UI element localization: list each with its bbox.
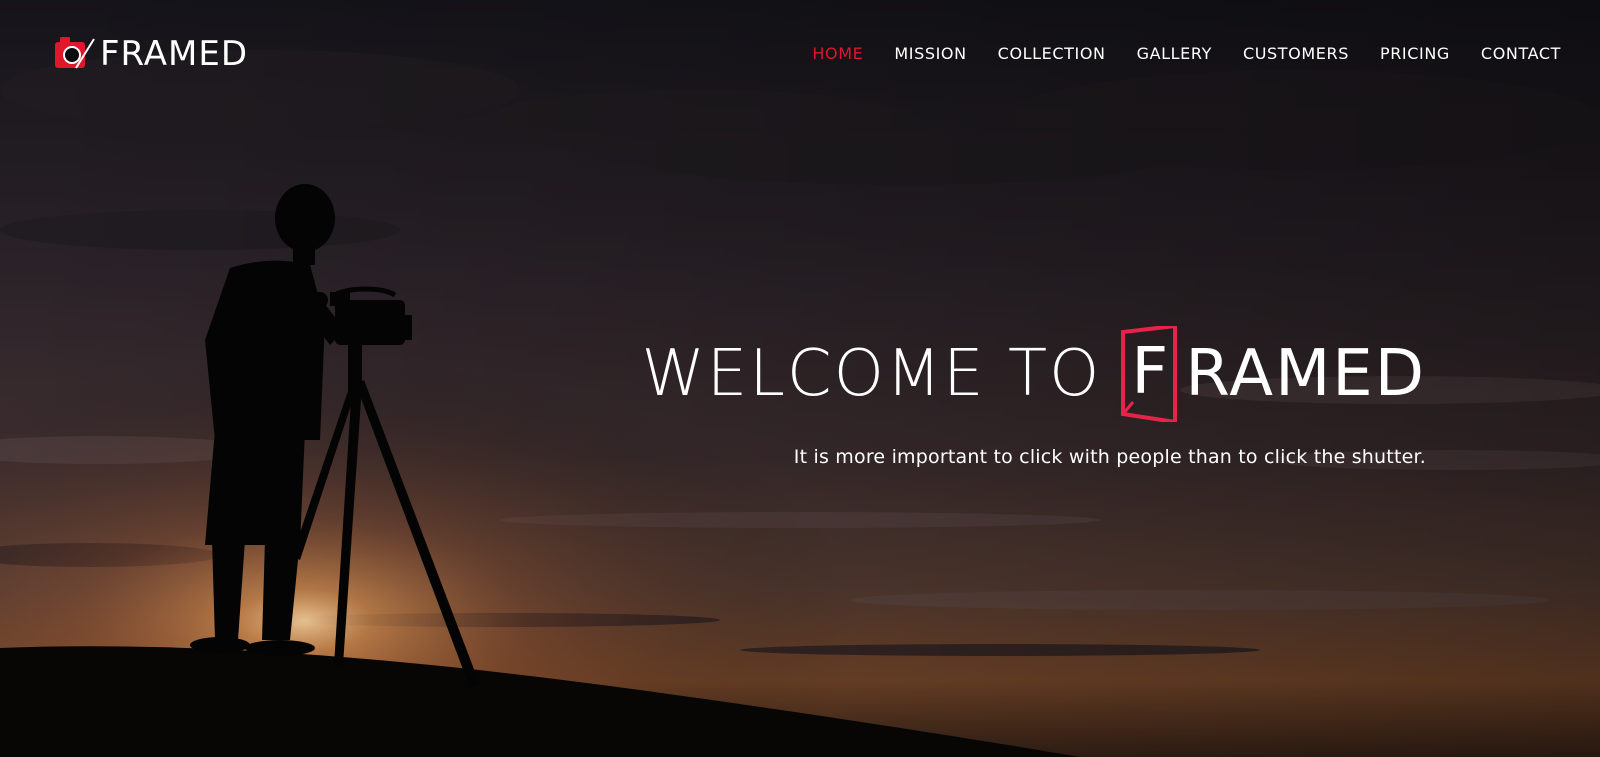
nav-item-mission[interactable]: MISSION	[894, 42, 966, 66]
headline-prefix: WELCOME TO	[641, 337, 1102, 411]
hero-section: FRAMED HOME MISSION COLLECTION GALLERY C…	[0, 0, 1600, 757]
nav-item-contact[interactable]: CONTACT	[1481, 42, 1561, 66]
headline-brand-rest: RAMED	[1185, 337, 1426, 411]
navbar: FRAMED HOME MISSION COLLECTION GALLERY C…	[0, 0, 1600, 110]
main-nav: HOME MISSION COLLECTION GALLERY CUSTOMER…	[812, 42, 1561, 66]
brand-name: FRAMED	[100, 34, 249, 74]
nav-item-customers[interactable]: CUSTOMERS	[1243, 42, 1349, 66]
nav-item-pricing[interactable]: PRICING	[1380, 42, 1450, 66]
hero-tagline: It is more important to click with peopl…	[793, 446, 1426, 468]
camera-icon	[55, 37, 95, 69]
hero-headline: WELCOME TO F RAMED	[642, 326, 1427, 422]
frame-logo-initial: F	[1119, 326, 1181, 422]
nav-item-gallery[interactable]: GALLERY	[1137, 42, 1212, 66]
brand-logo[interactable]: FRAMED	[54, 34, 248, 74]
nav-item-home[interactable]: HOME	[812, 42, 863, 66]
nav-item-collection[interactable]: COLLECTION	[998, 42, 1106, 66]
